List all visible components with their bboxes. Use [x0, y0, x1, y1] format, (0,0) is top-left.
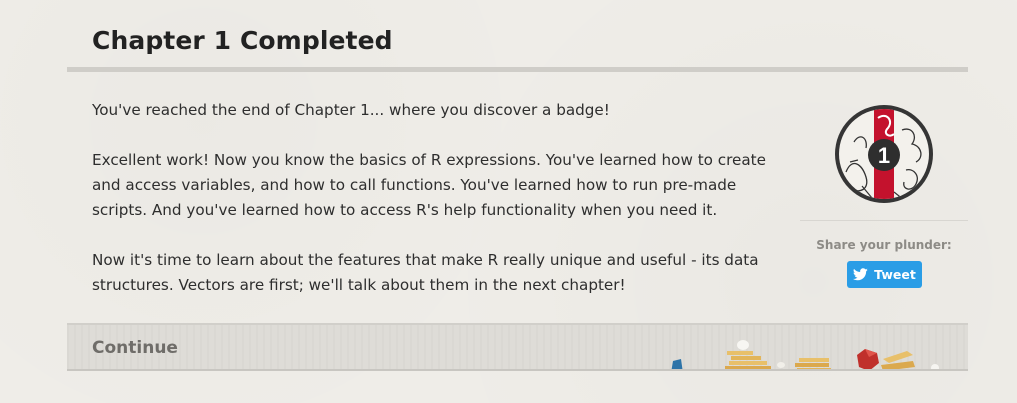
continue-label: Continue — [92, 338, 178, 358]
tweet-label: Tweet — [874, 267, 916, 282]
title-divider — [67, 67, 968, 72]
page-title: Chapter 1 Completed — [92, 26, 393, 55]
sidebar-divider — [800, 220, 968, 221]
chapter-summary: You've reached the end of Chapter 1... w… — [92, 98, 792, 323]
continue-button[interactable]: Continue — [67, 323, 968, 371]
tweet-button[interactable]: Tweet — [847, 261, 922, 288]
twitter-bird-icon — [853, 268, 868, 281]
badge-number: 1 — [878, 143, 890, 168]
chapter-complete-panel: Chapter 1 Completed You've reached the e… — [67, 0, 968, 403]
summary-paragraph-3: Now it's time to learn about the feature… — [92, 251, 759, 294]
share-label: Share your plunder: — [816, 238, 952, 252]
summary-paragraph-2: Excellent work! Now you know the basics … — [92, 151, 766, 219]
treasure-pile-illustration — [671, 340, 939, 369]
chapter-badge-icon: 1 — [835, 105, 933, 203]
summary-paragraph-1: You've reached the end of Chapter 1... w… — [92, 101, 610, 119]
